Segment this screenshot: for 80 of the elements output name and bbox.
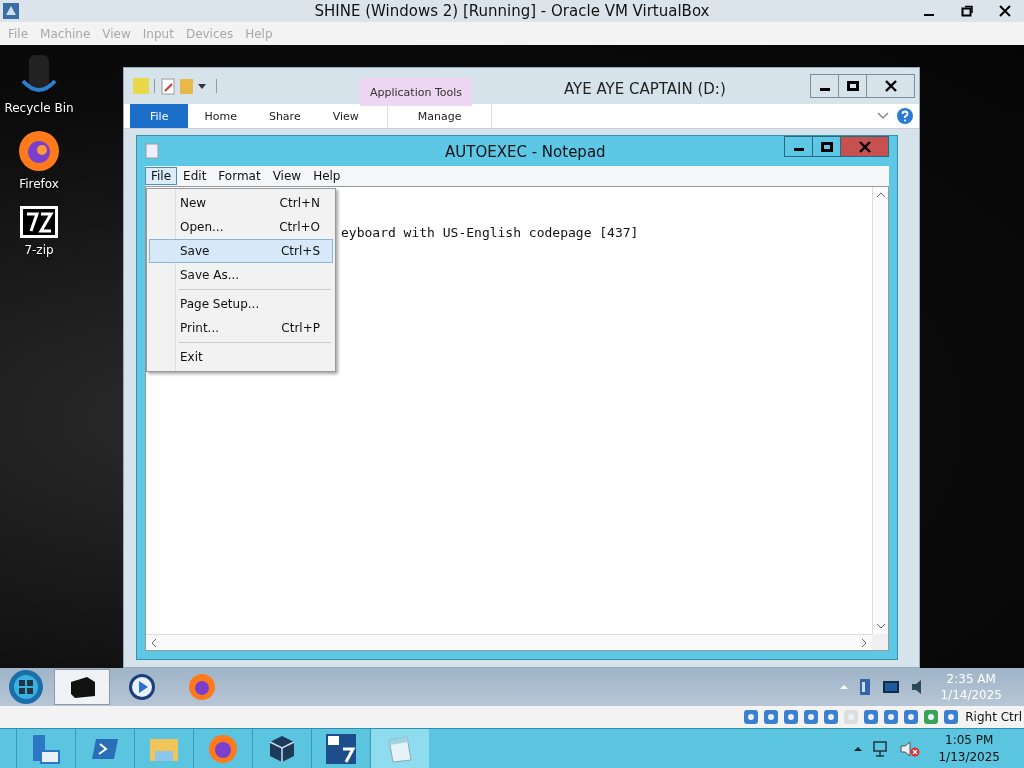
menu-item[interactable]: File — [145, 167, 178, 185]
help-icon[interactable] — [897, 108, 913, 124]
minimize-button[interactable] — [784, 136, 813, 157]
clock-date: 1/14/2025 — [940, 687, 1002, 703]
menu-item-label: New — [180, 196, 208, 210]
close-icon — [999, 5, 1011, 17]
menu-item-label: Exit — [180, 350, 204, 364]
shortcut-label: Ctrl+O — [279, 220, 320, 234]
resize-grip[interactable] — [872, 634, 888, 650]
menu-item-label: Page Setup... — [180, 297, 261, 311]
menu-item[interactable]: Open... Ctrl+O — [149, 215, 333, 239]
window-title: AUTOEXEC - Notepad — [445, 143, 606, 161]
server-icon — [30, 732, 62, 765]
close-icon — [884, 80, 897, 92]
menu-item[interactable]: Save As... — [149, 263, 333, 287]
scroll-up-icon[interactable] — [875, 192, 886, 198]
clock-time: 1:05 PM — [945, 731, 994, 749]
menu-item[interactable]: View — [266, 167, 308, 185]
shortcut-label: Ctrl+N — [279, 196, 320, 210]
host-key-label: Right Ctrl — [965, 710, 1022, 724]
close-icon — [858, 140, 871, 153]
maximize-button[interactable] — [838, 74, 867, 98]
minimize-icon — [818, 87, 831, 91]
text-line: eyboard with US-English codepage [437] — [341, 225, 640, 240]
maximize-icon — [846, 80, 859, 92]
clock-time: 2:35 AM — [946, 671, 996, 687]
window-title: AYE AYE CAPTAIN (D:) — [564, 80, 726, 98]
start-button[interactable] — [8, 669, 44, 705]
clock-date: 1/13/2025 — [938, 748, 1000, 766]
notepad-icon — [385, 733, 415, 764]
browser-icon[interactable] — [17, 129, 61, 173]
terminal-icon — [90, 736, 120, 761]
menu-item[interactable]: Save Ctrl+S — [149, 239, 333, 263]
icon-label: Recycle Bin — [4, 101, 74, 115]
close-button[interactable] — [866, 74, 915, 98]
tray-arrow-icon[interactable] — [854, 745, 863, 752]
ribbon-tab[interactable]: Manage — [386, 104, 493, 128]
browser-icon — [208, 733, 238, 764]
scroll-left-icon[interactable] — [151, 637, 157, 648]
menu-item-label: Save As... — [180, 268, 241, 282]
shortcut-label: Ctrl+P — [281, 321, 320, 335]
maximize-button[interactable] — [812, 136, 841, 157]
menu-item[interactable]: Exit — [149, 345, 333, 369]
horizontal-scrollbar[interactable] — [146, 634, 872, 650]
muted-speaker-icon[interactable] — [900, 739, 921, 758]
icon-label: 7-zip — [24, 243, 54, 257]
clock[interactable]: 1:05 PM 1/13/2025 — [938, 731, 1000, 766]
context-tab-group: Application Tools — [360, 78, 472, 106]
menu-item-label: Open... — [180, 220, 225, 234]
archive-icon[interactable] — [19, 205, 59, 239]
taskbar-button[interactable] — [54, 669, 110, 705]
ribbon-tab[interactable]: Home — [188, 104, 253, 128]
minimize-icon — [923, 14, 935, 16]
menu-item-label: Save — [180, 244, 211, 258]
minimize-button[interactable] — [810, 74, 839, 98]
chevron-down-icon[interactable] — [877, 112, 889, 120]
menu-item[interactable]: New Ctrl+N — [149, 191, 333, 215]
shortcut-label: Ctrl+S — [280, 244, 320, 258]
ribbon-tab[interactable]: View — [316, 104, 375, 128]
browser-icon — [188, 673, 216, 701]
menu-item[interactable]: Edit — [177, 167, 213, 185]
scroll-down-icon[interactable] — [875, 623, 886, 629]
menu-item[interactable]: Page Setup... — [149, 292, 333, 316]
menu-item[interactable]: Help — [307, 167, 347, 185]
window-title: SHINE (Windows 2) [Running] - Oracle VM VirtualBox — [314, 2, 710, 20]
monitor-icon[interactable] — [882, 680, 901, 694]
ribbon-tab[interactable]: Share — [252, 104, 317, 128]
scroll-right-icon[interactable] — [861, 637, 867, 648]
archive-icon — [325, 732, 357, 765]
vertical-scrollbar[interactable] — [872, 187, 888, 634]
menu-item-label: Print... — [180, 321, 221, 335]
ribbon-tab[interactable]: File — [130, 104, 189, 128]
menu-item[interactable]: Print... Ctrl+P — [149, 316, 333, 340]
maximize-icon — [820, 140, 833, 153]
icon-label: Firefox — [19, 177, 59, 191]
restore-icon — [961, 5, 973, 17]
notepad-icon — [145, 143, 159, 159]
play-icon — [128, 673, 156, 701]
menu-item[interactable]: Format — [212, 167, 267, 185]
minimize-icon — [792, 148, 805, 151]
